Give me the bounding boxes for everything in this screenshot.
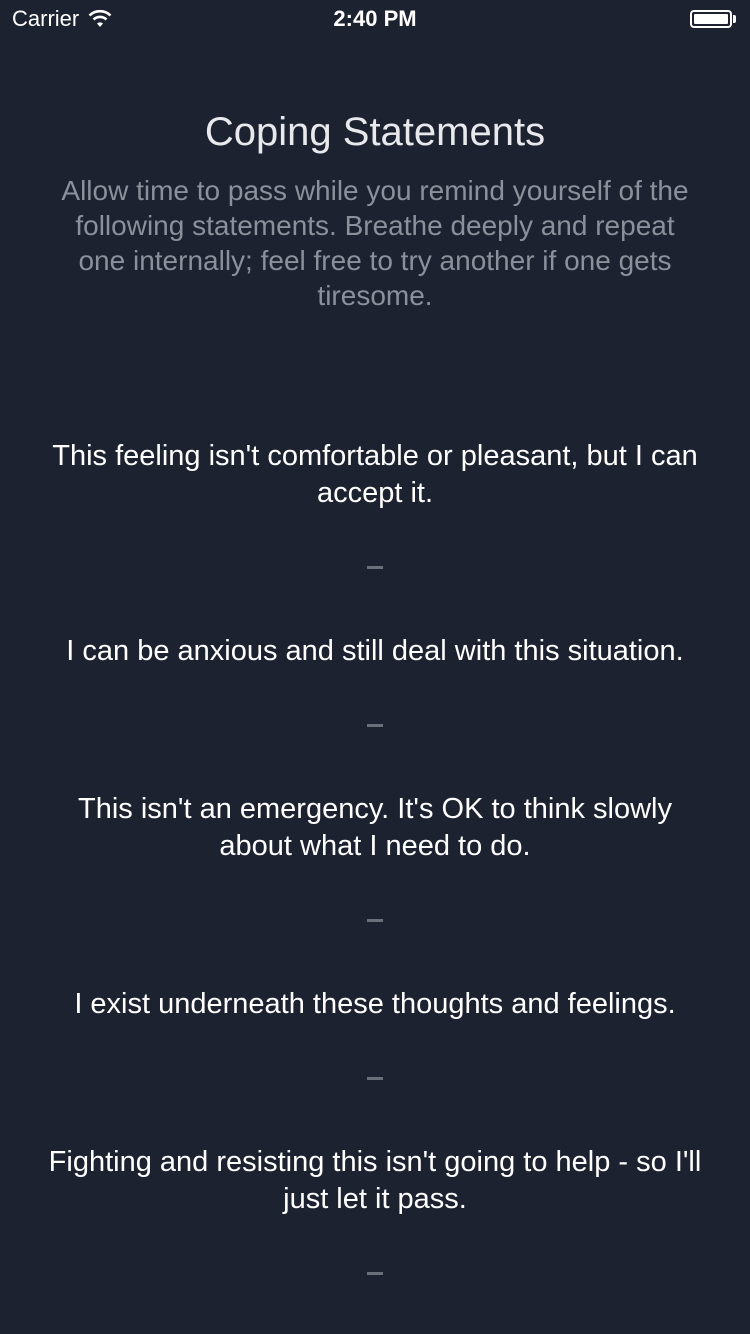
page-title: Coping Statements bbox=[204, 110, 546, 154]
statement-divider bbox=[367, 919, 383, 922]
statement-item: Fighting and resisting this isn't going … bbox=[48, 1146, 702, 1215]
statement-divider bbox=[367, 724, 383, 727]
status-bar: Carrier 2:40 PM bbox=[0, 0, 750, 40]
statement-item: I exist underneath these thoughts and fe… bbox=[74, 988, 676, 1020]
statement-item: I can be anxious and still deal with thi… bbox=[66, 635, 684, 667]
page-subtitle: Allow time to pass while you remind your… bbox=[61, 175, 689, 311]
statement-divider bbox=[367, 1077, 383, 1080]
statement-divider bbox=[367, 566, 383, 569]
statement-item: This feeling isn't comfortable or pleasa… bbox=[52, 440, 698, 509]
battery-fill bbox=[694, 14, 728, 24]
status-time: 2:40 PM bbox=[333, 6, 417, 31]
battery-icon bbox=[690, 10, 738, 30]
statement-item: This isn't an emergency. It's OK to thin… bbox=[78, 793, 672, 862]
statement-divider bbox=[367, 1272, 383, 1275]
statement-list[interactable]: This feeling isn't comfortable or pleasa… bbox=[0, 438, 750, 1275]
